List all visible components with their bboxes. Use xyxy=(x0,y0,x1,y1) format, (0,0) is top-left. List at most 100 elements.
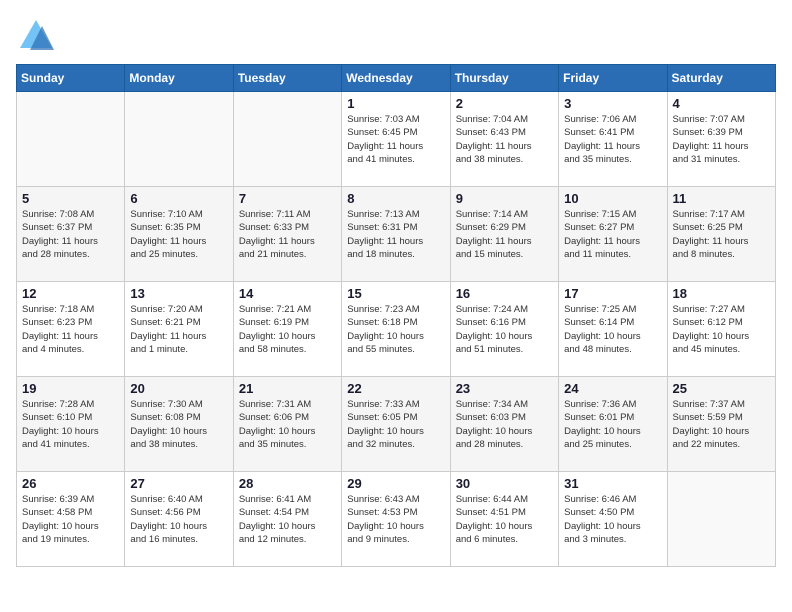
calendar-cell: 2 Sunrise: 7:04 AM Sunset: 6:43 PM Daylig… xyxy=(450,92,558,187)
calendar-cell: 16 Sunrise: 7:24 AM Sunset: 6:16 PM Dayli… xyxy=(450,282,558,377)
calendar-cell: 12 Sunrise: 7:18 AM Sunset: 6:23 PM Dayli… xyxy=(17,282,125,377)
calendar-cell: 24Sunrise: 7:36 AM Sunset: 6:01 PM Dayli… xyxy=(559,377,667,472)
day-number: 31 xyxy=(564,476,661,491)
day-info: Sunrise: 7:27 AM Sunset: 6:12 PM Dayligh… xyxy=(673,303,770,356)
page-header xyxy=(16,16,776,56)
day-info: Sunrise: 7:23 AM Sunset: 6:18 PM Dayligh… xyxy=(347,303,444,356)
calendar-cell: 31 Sunrise: 6:46 AM Sunset: 4:50 PM Dayli… xyxy=(559,472,667,567)
week-row-3: 12 Sunrise: 7:18 AM Sunset: 6:23 PM Dayli… xyxy=(17,282,776,377)
calendar-cell: 21 Sunrise: 7:31 AM Sunset: 6:06 PM Dayli… xyxy=(233,377,341,472)
day-number: 10 xyxy=(564,191,661,206)
calendar-cell: 15 Sunrise: 7:23 AM Sunset: 6:18 PM Dayli… xyxy=(342,282,450,377)
calendar-cell: 11Sunrise: 7:17 AM Sunset: 6:25 PM Dayli… xyxy=(667,187,775,282)
day-number: 16 xyxy=(456,286,553,301)
weekday-header-thursday: Thursday xyxy=(450,65,558,92)
day-number: 20 xyxy=(130,381,227,396)
day-number: 25 xyxy=(673,381,770,396)
calendar-cell: 22 Sunrise: 7:33 AM Sunset: 6:05 PM Dayli… xyxy=(342,377,450,472)
day-info: Sunrise: 7:37 AM Sunset: 5:59 PM Dayligh… xyxy=(673,398,770,451)
day-info: Sunrise: 7:33 AM Sunset: 6:05 PM Dayligh… xyxy=(347,398,444,451)
weekday-header-row: SundayMondayTuesdayWednesdayThursdayFrid… xyxy=(17,65,776,92)
logo xyxy=(16,16,60,56)
calendar-cell: 25 Sunrise: 7:37 AM Sunset: 5:59 PM Dayli… xyxy=(667,377,775,472)
day-number: 29 xyxy=(347,476,444,491)
day-number: 3 xyxy=(564,96,661,111)
calendar-cell: 18Sunrise: 7:27 AM Sunset: 6:12 PM Dayli… xyxy=(667,282,775,377)
day-info: Sunrise: 6:46 AM Sunset: 4:50 PM Dayligh… xyxy=(564,493,661,546)
calendar-table: SundayMondayTuesdayWednesdayThursdayFrid… xyxy=(16,64,776,567)
calendar-cell: 30 Sunrise: 6:44 AM Sunset: 4:51 PM Dayli… xyxy=(450,472,558,567)
day-number: 19 xyxy=(22,381,119,396)
calendar-cell xyxy=(667,472,775,567)
calendar-cell: 13 Sunrise: 7:20 AM Sunset: 6:21 PM Dayli… xyxy=(125,282,233,377)
day-info: Sunrise: 7:21 AM Sunset: 6:19 PM Dayligh… xyxy=(239,303,336,356)
day-info: Sunrise: 7:10 AM Sunset: 6:35 PM Dayligh… xyxy=(130,208,227,261)
day-info: Sunrise: 6:41 AM Sunset: 4:54 PM Dayligh… xyxy=(239,493,336,546)
calendar-cell xyxy=(125,92,233,187)
day-number: 26 xyxy=(22,476,119,491)
calendar-cell: 5Sunrise: 7:08 AM Sunset: 6:37 PM Daylig… xyxy=(17,187,125,282)
day-info: Sunrise: 6:43 AM Sunset: 4:53 PM Dayligh… xyxy=(347,493,444,546)
calendar-cell xyxy=(17,92,125,187)
day-info: Sunrise: 7:20 AM Sunset: 6:21 PM Dayligh… xyxy=(130,303,227,356)
calendar-cell: 7 Sunrise: 7:11 AM Sunset: 6:33 PM Daylig… xyxy=(233,187,341,282)
weekday-header-wednesday: Wednesday xyxy=(342,65,450,92)
day-info: Sunrise: 7:18 AM Sunset: 6:23 PM Dayligh… xyxy=(22,303,119,356)
day-number: 21 xyxy=(239,381,336,396)
day-info: Sunrise: 6:44 AM Sunset: 4:51 PM Dayligh… xyxy=(456,493,553,546)
calendar-cell: 26 Sunrise: 6:39 AM Sunset: 4:58 PM Dayli… xyxy=(17,472,125,567)
day-info: Sunrise: 7:31 AM Sunset: 6:06 PM Dayligh… xyxy=(239,398,336,451)
weekday-header-monday: Monday xyxy=(125,65,233,92)
day-number: 13 xyxy=(130,286,227,301)
calendar-cell: 19 Sunrise: 7:28 AM Sunset: 6:10 PM Dayli… xyxy=(17,377,125,472)
day-number: 27 xyxy=(130,476,227,491)
day-info: Sunrise: 7:08 AM Sunset: 6:37 PM Dayligh… xyxy=(22,208,119,261)
calendar-cell: 29 Sunrise: 6:43 AM Sunset: 4:53 PM Dayli… xyxy=(342,472,450,567)
weekday-header-tuesday: Tuesday xyxy=(233,65,341,92)
day-info: Sunrise: 7:24 AM Sunset: 6:16 PM Dayligh… xyxy=(456,303,553,356)
day-info: Sunrise: 7:28 AM Sunset: 6:10 PM Dayligh… xyxy=(22,398,119,451)
calendar-cell: 28 Sunrise: 6:41 AM Sunset: 4:54 PM Dayli… xyxy=(233,472,341,567)
day-number: 11 xyxy=(673,191,770,206)
day-number: 22 xyxy=(347,381,444,396)
day-number: 12 xyxy=(22,286,119,301)
day-number: 14 xyxy=(239,286,336,301)
day-number: 6 xyxy=(130,191,227,206)
week-row-2: 5Sunrise: 7:08 AM Sunset: 6:37 PM Daylig… xyxy=(17,187,776,282)
day-number: 17 xyxy=(564,286,661,301)
calendar-cell: 9 Sunrise: 7:14 AM Sunset: 6:29 PM Daylig… xyxy=(450,187,558,282)
day-info: Sunrise: 7:25 AM Sunset: 6:14 PM Dayligh… xyxy=(564,303,661,356)
day-number: 8 xyxy=(347,191,444,206)
day-info: Sunrise: 6:39 AM Sunset: 4:58 PM Dayligh… xyxy=(22,493,119,546)
weekday-header-sunday: Sunday xyxy=(17,65,125,92)
calendar-cell: 4 Sunrise: 7:07 AM Sunset: 6:39 PM Daylig… xyxy=(667,92,775,187)
day-number: 15 xyxy=(347,286,444,301)
day-number: 30 xyxy=(456,476,553,491)
day-info: Sunrise: 7:06 AM Sunset: 6:41 PM Dayligh… xyxy=(564,113,661,166)
calendar-cell: 1 Sunrise: 7:03 AM Sunset: 6:45 PM Daylig… xyxy=(342,92,450,187)
calendar-cell: 6 Sunrise: 7:10 AM Sunset: 6:35 PM Daylig… xyxy=(125,187,233,282)
calendar-cell: 27Sunrise: 6:40 AM Sunset: 4:56 PM Dayli… xyxy=(125,472,233,567)
day-number: 1 xyxy=(347,96,444,111)
day-info: Sunrise: 7:11 AM Sunset: 6:33 PM Dayligh… xyxy=(239,208,336,261)
day-info: Sunrise: 7:04 AM Sunset: 6:43 PM Dayligh… xyxy=(456,113,553,166)
day-number: 24 xyxy=(564,381,661,396)
day-number: 4 xyxy=(673,96,770,111)
day-info: Sunrise: 7:15 AM Sunset: 6:27 PM Dayligh… xyxy=(564,208,661,261)
day-number: 7 xyxy=(239,191,336,206)
day-number: 28 xyxy=(239,476,336,491)
week-row-5: 26 Sunrise: 6:39 AM Sunset: 4:58 PM Dayli… xyxy=(17,472,776,567)
day-number: 23 xyxy=(456,381,553,396)
calendar-cell: 10 Sunrise: 7:15 AM Sunset: 6:27 PM Dayli… xyxy=(559,187,667,282)
day-info: Sunrise: 7:07 AM Sunset: 6:39 PM Dayligh… xyxy=(673,113,770,166)
day-number: 2 xyxy=(456,96,553,111)
logo-icon xyxy=(16,16,56,56)
calendar-cell xyxy=(233,92,341,187)
day-info: Sunrise: 7:30 AM Sunset: 6:08 PM Dayligh… xyxy=(130,398,227,451)
calendar-cell: 17 Sunrise: 7:25 AM Sunset: 6:14 PM Dayli… xyxy=(559,282,667,377)
week-row-4: 19 Sunrise: 7:28 AM Sunset: 6:10 PM Dayli… xyxy=(17,377,776,472)
day-number: 9 xyxy=(456,191,553,206)
calendar-cell: 8Sunrise: 7:13 AM Sunset: 6:31 PM Daylig… xyxy=(342,187,450,282)
day-info: Sunrise: 7:03 AM Sunset: 6:45 PM Dayligh… xyxy=(347,113,444,166)
day-info: Sunrise: 7:14 AM Sunset: 6:29 PM Dayligh… xyxy=(456,208,553,261)
